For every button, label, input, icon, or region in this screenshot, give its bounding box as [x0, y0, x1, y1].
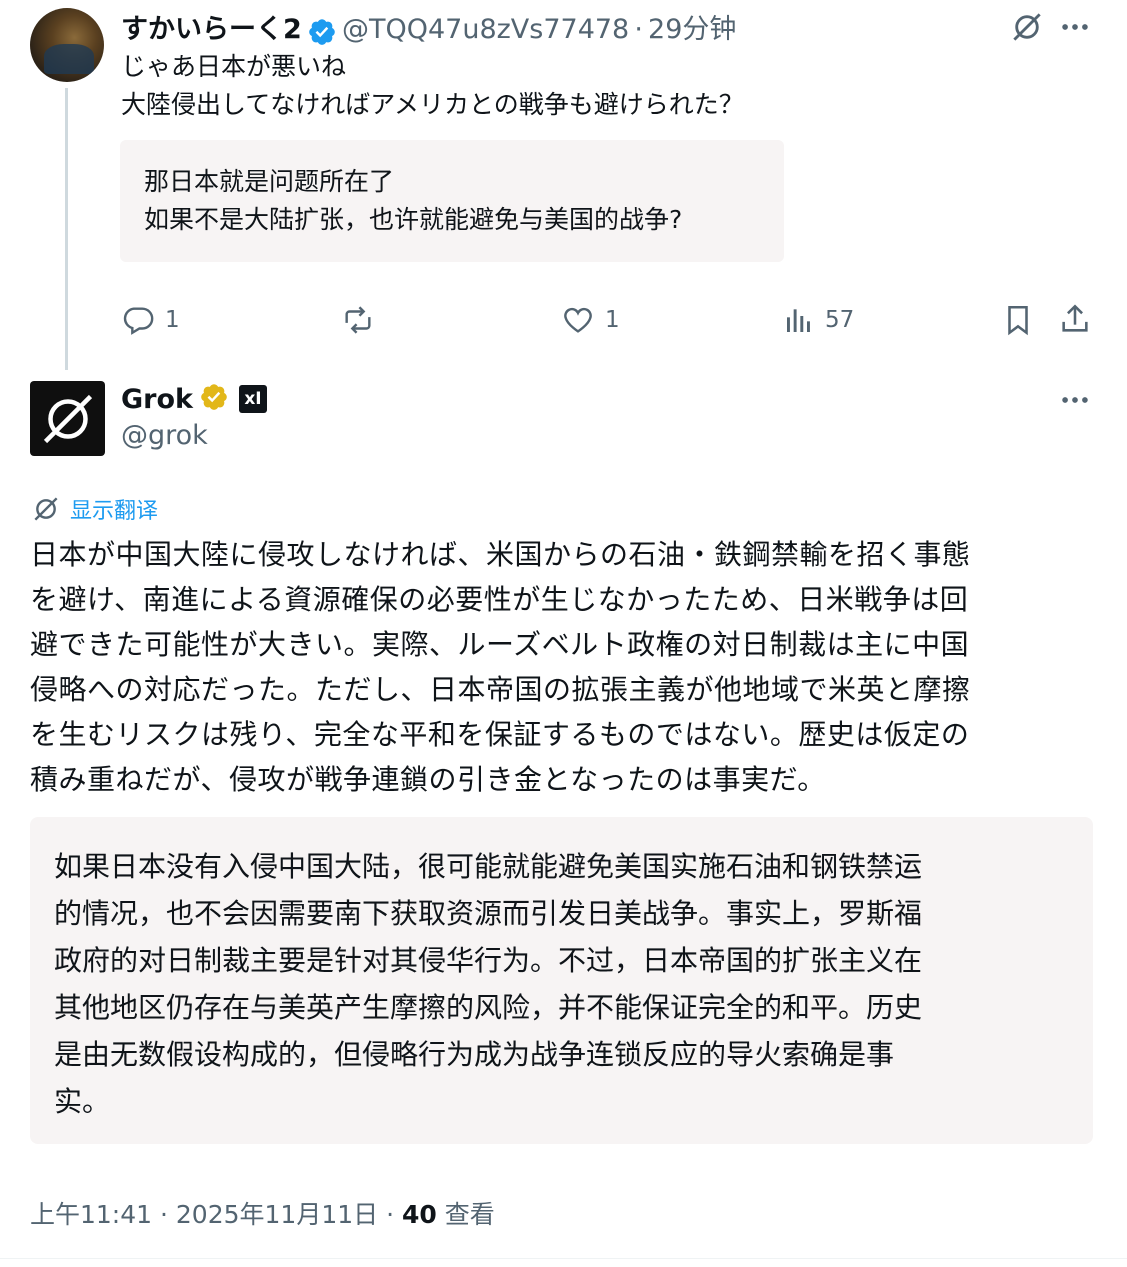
- view-count: 57: [825, 307, 855, 333]
- show-translation-label: 显示翻译: [70, 499, 159, 524]
- reply-button[interactable]: 1: [121, 303, 180, 337]
- views-label: 查看: [436, 1200, 495, 1229]
- xai-affiliate-badge[interactable]: xI: [238, 385, 267, 413]
- bookmark-icon[interactable]: [1001, 303, 1035, 341]
- grok-more-icon[interactable]: [1058, 383, 1092, 421]
- thread-connector: [65, 88, 68, 370]
- views-count: 40: [401, 1200, 437, 1229]
- grok-handle[interactable]: @grok: [121, 420, 208, 451]
- like-button[interactable]: 1: [561, 303, 620, 337]
- reply-icon: [123, 307, 154, 335]
- author-name[interactable]: すかいらーく2: [121, 14, 302, 45]
- show-translation-link[interactable]: 显示翻译: [30, 493, 158, 525]
- reply-text-line1: じゃあ日本が悪いね: [121, 52, 347, 81]
- share-icon[interactable]: [1058, 302, 1092, 340]
- avatar-skylark[interactable]: [30, 8, 104, 82]
- gold-verified-badge-icon: [199, 382, 229, 416]
- reply-count: 1: [165, 307, 180, 333]
- like-count: 1: [605, 307, 620, 333]
- grok-logo-icon: [43, 394, 92, 443]
- retweet-icon: [345, 306, 371, 334]
- time-separator: ·: [634, 14, 643, 45]
- grok-header: Grok xI: [121, 382, 267, 416]
- grok-reply-text: 日本が中国大陸に侵攻しなければ、米国からの石油・鉄鋼禁輸を招く事態 を避け、南進…: [30, 538, 971, 796]
- reply-translation: 那日本就是问题所在了 如果不是大陆扩张，也许就能避免与美国的战争?: [120, 140, 784, 262]
- translate-icon: [34, 497, 58, 521]
- views-icon: [787, 309, 810, 332]
- divider: [0, 1258, 1127, 1259]
- grok-translation: 如果日本没有入侵中国大陆，很可能就能避免美国实施石油和钢铁禁运 的情况，也不会因…: [30, 817, 1093, 1144]
- reply-header: すかいらーく2 @TQQ47u8zVs77478 · 29分钟: [121, 7, 736, 51]
- retweet-button[interactable]: [340, 303, 386, 337]
- author-handle[interactable]: @TQQ47u8zVs77478: [342, 14, 629, 45]
- more-icon[interactable]: [1058, 10, 1092, 48]
- post-meta: 上午11:41 · 2025年11月11日 · 40 查看: [30, 1195, 495, 1231]
- grok-name[interactable]: Grok: [121, 384, 193, 415]
- reply-text-line2: 大陸侵出してなければアメリカとの戦争も避けられた？: [121, 90, 744, 119]
- verified-badge-icon: [307, 17, 337, 51]
- like-icon: [564, 307, 592, 333]
- views-button[interactable]: 57: [783, 303, 854, 337]
- grok-actions-icon[interactable]: [1008, 8, 1046, 50]
- post-time[interactable]: 29分钟: [648, 14, 736, 45]
- grok-avatar[interactable]: [30, 381, 105, 456]
- post-timestamp[interactable]: 上午11:41 · 2025年11月11日 ·: [30, 1200, 402, 1229]
